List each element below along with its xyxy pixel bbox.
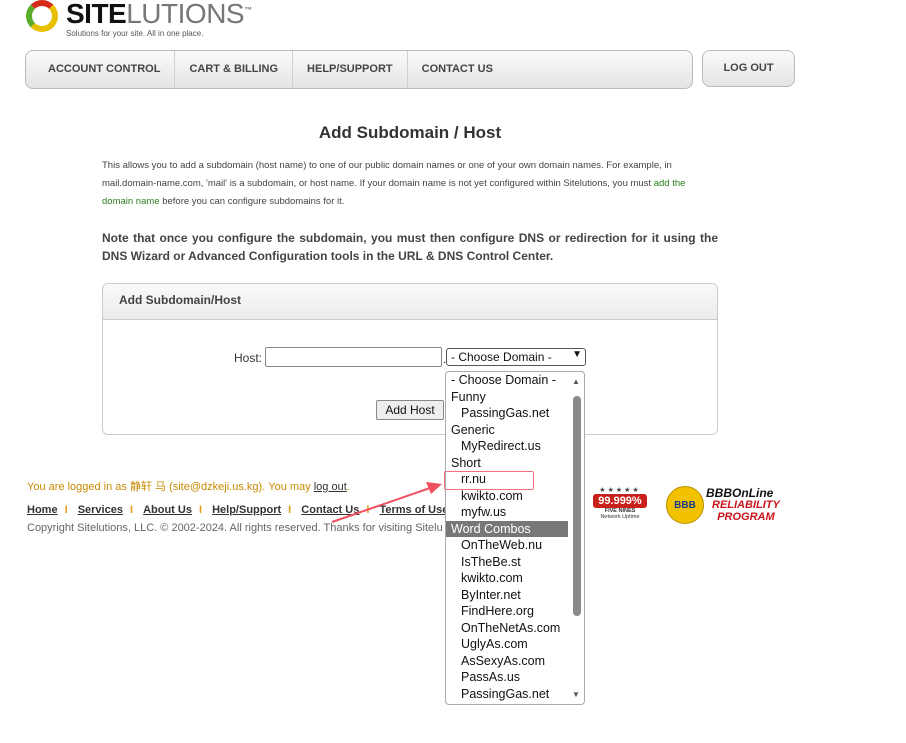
logout-button[interactable]: LOG OUT <box>702 50 795 87</box>
dropdown-option[interactable]: kwikto.com <box>446 570 584 587</box>
dropdown-option[interactable]: OnTheWeb.nu <box>446 537 584 554</box>
nav-account-control[interactable]: ACCOUNT CONTROL <box>26 51 176 88</box>
copyright: Copyright Sitelutions, LLC. © 2002-2024.… <box>27 522 443 534</box>
footer-links: Home I Services I About Us I Help/Support I … <box>27 504 476 516</box>
footer-link-services[interactable]: Services <box>78 504 123 516</box>
annotation-highlight-box <box>444 471 534 490</box>
dropdown-group-label: Generic <box>451 422 495 437</box>
add-host-button[interactable]: Add Host <box>376 400 444 420</box>
logo-tagline: Solutions for your site. All in one plac… <box>66 29 204 38</box>
page-title: Add Subdomain / Host <box>318 123 502 142</box>
domain-dropdown-list[interactable]: - Choose Domain - Funny PassingGas.net Gene… <box>445 371 585 705</box>
logo-swirl-icon <box>26 0 58 32</box>
footer-link-contact[interactable]: Contact Us <box>301 504 359 516</box>
five-nines-badge: ★★★★★ 99.999% FIVE NINES Network Uptime <box>593 486 647 520</box>
dropdown-option[interactable]: AsSexyAs.com <box>446 653 584 670</box>
footer: You are logged in as 静轩 马 (site@dzkeji.u… <box>27 478 476 534</box>
dropdown-group-label: Word Combos <box>446 520 568 537</box>
add-subdomain-panel: Add Subdomain/Host Host: . - Choose Doma… <box>102 283 718 435</box>
dropdown-option[interactable]: ByInter.net <box>446 587 584 604</box>
dns-note: Note that once you configure the subdoma… <box>102 231 718 263</box>
dropdown-option[interactable]: - Choose Domain - <box>446 372 584 389</box>
dropdown-option[interactable]: MyRedirect.us <box>446 438 584 455</box>
dropdown-option[interactable]: IsTheBe.st <box>446 554 584 571</box>
host-input[interactable] <box>265 347 442 367</box>
login-status: You are logged in as 静轩 马 (site@dzkeji.u… <box>27 481 350 493</box>
nav-cart-billing[interactable]: CART & BILLING <box>175 51 294 88</box>
footer-logout-link[interactable]: log out <box>314 481 347 493</box>
scroll-down-icon[interactable]: ▼ <box>572 690 580 699</box>
main-nav: ACCOUNT CONTROL CART & BILLING HELP/SUPP… <box>25 50 693 89</box>
dropdown-scrollbar[interactable]: ▲ ▼ <box>570 372 584 704</box>
footer-link-about[interactable]: About Us <box>143 504 192 516</box>
dropdown-option[interactable]: FindHere.org <box>446 603 584 620</box>
dropdown-group-label: Short <box>451 455 481 470</box>
scrollbar-thumb[interactable] <box>573 396 581 616</box>
intro-text: This allows you to add a subdomain (host… <box>102 160 686 207</box>
bbb-seal-icon: BBB <box>666 486 704 524</box>
dropdown-option[interactable]: PassAs.us <box>446 669 584 686</box>
footer-link-terms[interactable]: Terms of Use <box>379 504 448 516</box>
bbb-online-badge[interactable]: BBB BBBOnLine RELIABILITY PROGRAM <box>666 486 796 526</box>
dropdown-group-label: Funny <box>451 389 486 404</box>
scroll-up-icon[interactable]: ▲ <box>572 377 580 386</box>
dropdown-option[interactable]: myfw.us <box>446 504 584 521</box>
dropdown-option[interactable]: OnTheNetAs.com <box>446 620 584 637</box>
host-label: Host: <box>234 351 263 365</box>
footer-link-home[interactable]: Home <box>27 504 58 516</box>
dropdown-option[interactable]: PassingGas.net <box>446 405 584 422</box>
panel-title: Add Subdomain/Host <box>103 284 717 320</box>
nav-help-support[interactable]: HELP/SUPPORT <box>293 51 408 88</box>
domain-select[interactable]: - Choose Domain - ▼ <box>446 348 586 366</box>
chevron-down-icon: ▼ <box>572 349 582 360</box>
nav-contact-us[interactable]: CONTACT US <box>408 51 507 88</box>
footer-link-help[interactable]: Help/Support <box>212 504 281 516</box>
dropdown-option[interactable]: UglyAs.com <box>446 636 584 653</box>
dropdown-option[interactable]: PassingGas.net <box>446 686 584 703</box>
